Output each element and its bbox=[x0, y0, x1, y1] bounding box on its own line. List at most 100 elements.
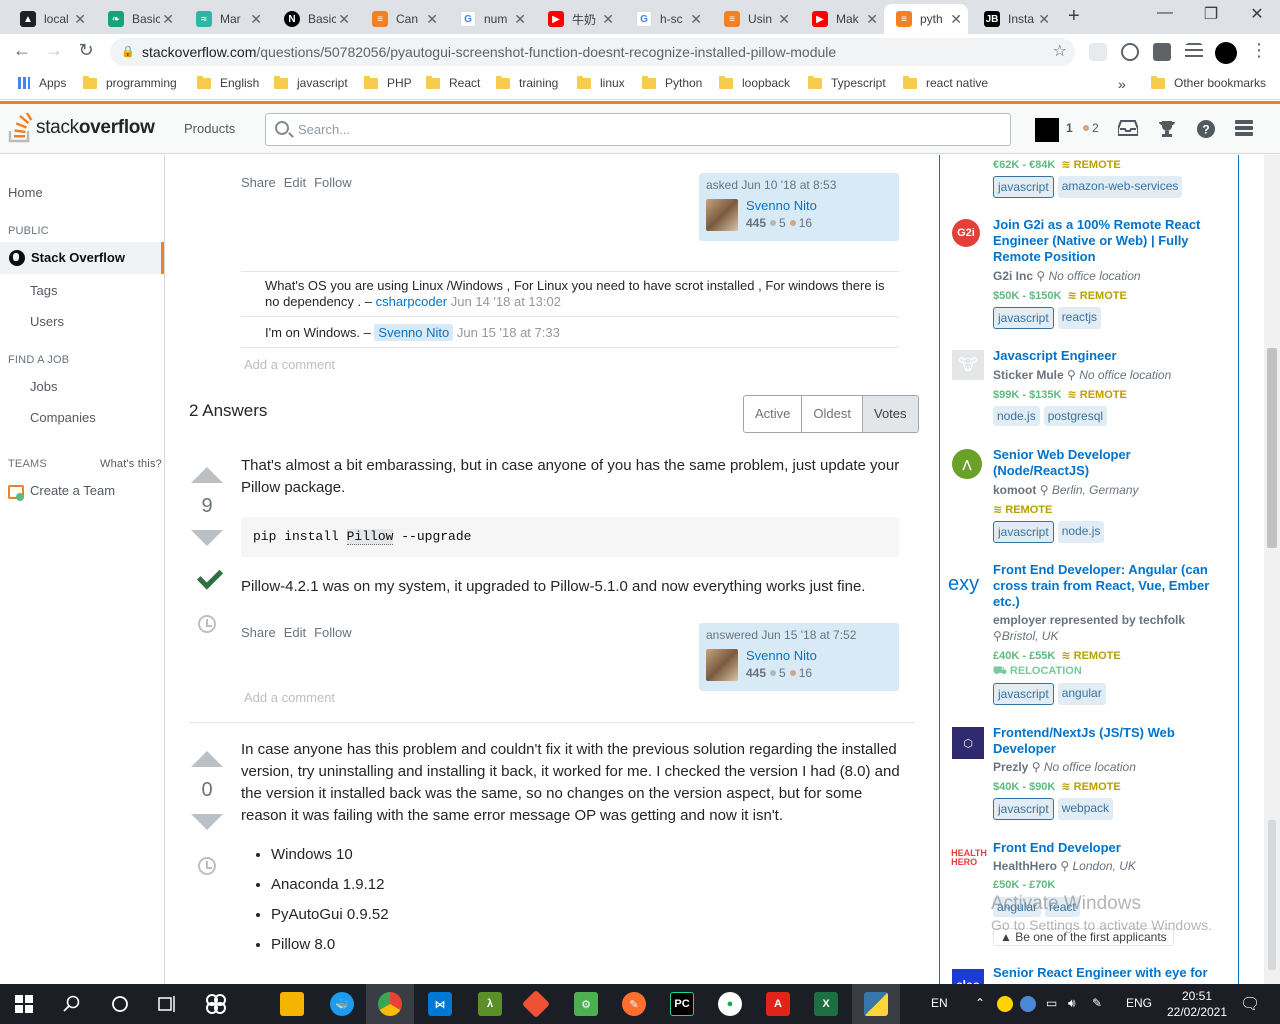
create-team-link[interactable]: Create a Team bbox=[30, 483, 115, 498]
bookmark-folder[interactable]: Typescript bbox=[808, 75, 886, 90]
job-title[interactable]: Frontend/NextJs (JS/TS) Web Developer bbox=[993, 725, 1223, 757]
close-icon[interactable]: ✕ bbox=[1038, 11, 1050, 28]
browser-tab[interactable]: ▶ Mak ✕ bbox=[800, 4, 884, 34]
close-icon[interactable]: ✕ bbox=[74, 11, 86, 28]
git-icon[interactable] bbox=[521, 989, 551, 1019]
nav-companies[interactable]: Companies bbox=[30, 410, 96, 425]
search-icon[interactable] bbox=[60, 992, 84, 1016]
close-icon[interactable]: ✕ bbox=[338, 11, 350, 28]
site-switcher-icon[interactable] bbox=[1233, 120, 1255, 138]
nav-users[interactable]: Users bbox=[30, 314, 64, 329]
products-menu[interactable]: Products bbox=[184, 121, 235, 136]
restore-icon[interactable]: ❐ bbox=[1188, 4, 1234, 24]
vscode-icon[interactable]: ⋈ bbox=[428, 992, 452, 1016]
close-icon[interactable]: ✕ bbox=[162, 11, 174, 28]
postman-icon[interactable]: ✎ bbox=[622, 992, 646, 1016]
user-link[interactable]: Svenno Nito bbox=[746, 198, 817, 213]
share-link[interactable]: Share bbox=[241, 175, 276, 190]
upvote-icon[interactable] bbox=[191, 467, 223, 483]
tag[interactable]: javascript bbox=[993, 683, 1054, 705]
sort-oldest[interactable]: Oldest bbox=[802, 396, 863, 432]
upvote-icon[interactable] bbox=[191, 751, 223, 767]
job-title[interactable]: Front End Developer: Angular (can cross … bbox=[993, 562, 1223, 610]
excel-icon[interactable]: X bbox=[814, 992, 838, 1016]
tag[interactable]: javascript bbox=[993, 307, 1054, 329]
close-icon[interactable]: ✕ bbox=[690, 11, 702, 28]
share-link[interactable]: Share bbox=[241, 625, 276, 640]
sidebar-scrollbar[interactable] bbox=[1268, 820, 1276, 970]
downvote-icon[interactable] bbox=[191, 530, 223, 546]
system-clock[interactable]: 20:51 22/02/2021 bbox=[1160, 988, 1234, 1020]
acrobat-icon[interactable]: A bbox=[766, 992, 790, 1016]
browser-tab[interactable]: ▲ local ✕ bbox=[8, 4, 92, 34]
bookmark-folder[interactable]: React bbox=[426, 75, 480, 90]
browser-tab[interactable]: ≡ Can ✕ bbox=[360, 4, 444, 34]
forward-icon[interactable]: → bbox=[42, 40, 66, 61]
tag[interactable]: javascript bbox=[993, 176, 1054, 198]
downvote-icon[interactable] bbox=[191, 814, 223, 830]
browser-tab[interactable]: ≡ Usin ✕ bbox=[712, 4, 796, 34]
windows-start-icon[interactable] bbox=[12, 992, 36, 1016]
terminal-icon[interactable]: λ bbox=[478, 992, 502, 1016]
bookmark-folder[interactable]: English bbox=[197, 75, 259, 90]
close-icon[interactable]: ✕ bbox=[426, 11, 438, 28]
bookmark-folder[interactable]: javascript bbox=[274, 75, 348, 90]
extension-icon[interactable] bbox=[1121, 43, 1139, 61]
sort-active[interactable]: Active bbox=[744, 396, 803, 432]
tray-app-icon[interactable] bbox=[997, 996, 1013, 1012]
tag[interactable]: node.js bbox=[993, 406, 1040, 426]
keyboard-language[interactable]: ENG bbox=[1126, 996, 1152, 1010]
comment-date[interactable]: Jun 14 '18 at 13:02 bbox=[451, 294, 561, 309]
pen-icon[interactable]: ✎ bbox=[1092, 996, 1102, 1010]
profile-avatar[interactable] bbox=[1215, 42, 1237, 64]
tag[interactable]: amazon-web-services bbox=[1057, 176, 1183, 198]
comment-user-link[interactable]: Svenno Nito bbox=[374, 324, 454, 341]
more-bookmarks-button[interactable]: » bbox=[1118, 76, 1126, 92]
browser-tab[interactable]: JB Insta ✕ bbox=[972, 4, 1056, 34]
close-icon[interactable]: ✕ bbox=[602, 11, 614, 28]
close-icon[interactable]: ✕ bbox=[514, 11, 526, 28]
nav-jobs[interactable]: Jobs bbox=[30, 379, 57, 394]
history-icon[interactable] bbox=[198, 857, 216, 875]
nav-stack-overflow[interactable]: Stack Overflow bbox=[0, 242, 164, 274]
tag[interactable]: reactjs bbox=[1057, 307, 1102, 329]
edit-link[interactable]: Edit bbox=[284, 625, 306, 640]
back-icon[interactable]: ← bbox=[10, 40, 34, 61]
sort-votes[interactable]: Votes bbox=[862, 396, 918, 432]
browser-tab[interactable]: Gh-sc ✕ bbox=[624, 4, 708, 34]
tag[interactable]: javascript bbox=[993, 521, 1054, 543]
browser-tab[interactable]: Gnum ✕ bbox=[448, 4, 532, 34]
follow-link[interactable]: Follow bbox=[314, 625, 352, 640]
user-link[interactable]: Svenno Nito bbox=[746, 648, 817, 663]
bookmark-folder[interactable]: react native bbox=[903, 75, 988, 90]
tag[interactable]: webpack bbox=[1057, 798, 1114, 820]
history-icon[interactable] bbox=[198, 615, 216, 633]
python-icon[interactable] bbox=[864, 992, 888, 1016]
browser-tab[interactable]: ▶ 牛奶 ✕ bbox=[536, 4, 620, 34]
volume-icon[interactable]: 🔊︎ bbox=[1068, 996, 1076, 1011]
bookmark-folder[interactable]: Python bbox=[642, 75, 702, 90]
tag[interactable]: node.js bbox=[1057, 521, 1105, 543]
network-icon[interactable]: ▭ bbox=[1046, 996, 1057, 1010]
app-icon[interactable]: ⚙ bbox=[574, 992, 598, 1016]
tag[interactable]: javascript bbox=[993, 798, 1054, 820]
add-comment-link[interactable]: Add a comment bbox=[244, 357, 335, 372]
help-icon[interactable]: ? bbox=[1195, 120, 1217, 138]
more-menu-icon[interactable]: ⋮ bbox=[1250, 40, 1268, 61]
nav-home[interactable]: Home bbox=[8, 185, 43, 200]
browser-tab[interactable]: ≈ Mar ✕ bbox=[184, 4, 268, 34]
pycharm-icon[interactable]: PC bbox=[670, 992, 694, 1016]
job-title[interactable]: Javascript Engineer bbox=[993, 348, 1223, 364]
address-bar[interactable]: 🔒 stackoverflow.com/questions/50782056/p… bbox=[110, 38, 1075, 66]
job-title[interactable]: Front End Developer bbox=[993, 840, 1223, 856]
follow-link[interactable]: Follow bbox=[314, 175, 352, 190]
bookmark-folder[interactable]: loopback bbox=[719, 75, 790, 90]
browser-tab-active[interactable]: ≡ pyth ✕ bbox=[884, 4, 968, 34]
media-icon[interactable] bbox=[1185, 43, 1203, 61]
reload-icon[interactable]: ↻ bbox=[74, 40, 98, 61]
nav-tags[interactable]: Tags bbox=[30, 283, 57, 298]
show-hidden-icons[interactable]: ⌃ bbox=[975, 996, 985, 1010]
close-icon[interactable]: ✕ bbox=[250, 11, 262, 28]
cortana-icon[interactable] bbox=[108, 992, 132, 1016]
puzzle-icon[interactable] bbox=[1153, 43, 1171, 61]
